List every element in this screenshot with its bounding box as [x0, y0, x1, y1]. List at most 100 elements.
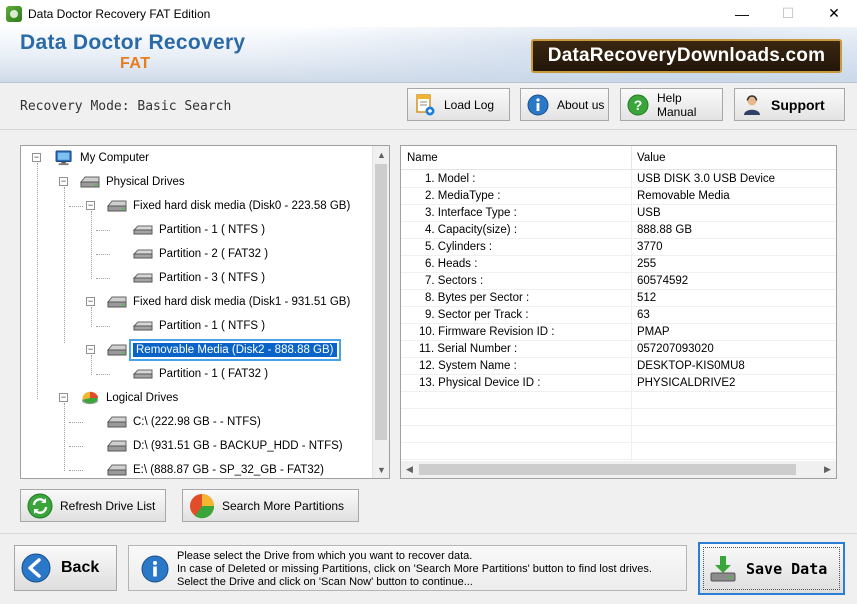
search-more-partitions-label: Search More Partitions — [222, 498, 345, 513]
expand-toggle[interactable]: − — [32, 153, 41, 162]
instructions-box: Please select the Drive from which you w… — [128, 545, 687, 591]
details-horizontal-scrollbar[interactable]: ◀ ▶ — [401, 461, 836, 478]
window-title: Data Doctor Recovery FAT Edition — [28, 6, 211, 21]
hard-drive-icon — [106, 440, 127, 452]
expand-toggle[interactable]: − — [86, 345, 95, 354]
partition-icon — [132, 321, 153, 331]
close-button[interactable]: ✕ — [811, 0, 857, 27]
save-data-button[interactable]: Save Data — [698, 542, 845, 595]
maximize-button[interactable]: ☐ — [765, 0, 811, 27]
detail-value: 512 — [637, 292, 657, 304]
list-item[interactable]: 9. Sector per Track : 63 — [401, 307, 836, 324]
tree-connector — [96, 326, 110, 327]
tree-node-drive-d[interactable]: D:\ (931.51 GB - BACKUP_HDD - NTFS) — [106, 436, 343, 456]
tree-node-drive-c[interactable]: C:\ (222.98 GB - - NTFS) — [106, 412, 261, 432]
tree-node-disk2-partition-1[interactable]: Partition - 1 ( FAT32 ) — [132, 364, 268, 384]
help-manual-button[interactable]: ? Help Manual — [620, 88, 723, 121]
list-item[interactable]: 5. Cylinders : 3770 — [401, 239, 836, 256]
expand-toggle[interactable]: − — [59, 177, 68, 186]
list-item[interactable]: 10. Firmware Revision ID : PMAP — [401, 324, 836, 341]
tree-label: Partition - 1 ( NTFS ) — [159, 224, 266, 236]
list-item[interactable]: 7. Sectors : 60574592 — [401, 273, 836, 290]
scroll-left-arrow-icon[interactable]: ◀ — [401, 461, 418, 478]
detail-name: 3. Interface Type : — [425, 207, 517, 219]
tree-label: E:\ (888.87 GB - SP_32_GB - FAT32) — [133, 464, 324, 476]
about-us-label: About us — [557, 97, 605, 112]
instruction-line: In case of Deleted or missing Partitions… — [177, 563, 652, 575]
tree-node-physical-drives[interactable]: Physical Drives — [79, 172, 185, 192]
scroll-down-arrow-icon[interactable]: ▼ — [373, 461, 389, 478]
tree-label: Logical Drives — [106, 392, 179, 404]
tree-label: D:\ (931.51 GB - BACKUP_HDD - NTFS) — [133, 440, 343, 452]
drive-tree[interactable]: − My Computer − Physical Drives − Fixed … — [20, 145, 390, 479]
tree-label: Physical Drives — [106, 176, 185, 188]
removable-drive-icon — [106, 344, 127, 356]
detail-value: USB — [637, 207, 661, 219]
pie-chart-icon — [82, 391, 98, 405]
detail-value: 60574592 — [637, 275, 689, 287]
list-item[interactable]: 6. Heads : 255 — [401, 256, 836, 273]
help-manual-label: Help Manual — [657, 90, 697, 119]
tree-connector — [91, 307, 92, 327]
tree-node-disk0-partition-2[interactable]: Partition - 2 ( FAT32 ) — [132, 244, 268, 264]
tree-node-my-computer[interactable]: My Computer — [53, 148, 149, 168]
column-header-name[interactable]: Name — [401, 146, 438, 170]
scroll-right-arrow-icon[interactable]: ▶ — [819, 461, 836, 478]
expand-toggle[interactable]: − — [86, 297, 95, 306]
instructions-text: Please select the Drive from which you w… — [177, 550, 652, 589]
load-log-button[interactable]: Load Log — [407, 88, 510, 121]
tree-label: Removable Media (Disk2 - 888.88 GB) — [129, 339, 341, 361]
detail-name: 12. System Name : — [419, 360, 517, 372]
search-more-partitions-button[interactable]: Search More Partitions — [182, 489, 359, 522]
back-arrow-icon — [21, 553, 51, 583]
list-item — [401, 409, 836, 426]
refresh-drive-list-button[interactable]: Refresh Drive List — [20, 489, 166, 522]
scrollbar-thumb[interactable] — [375, 164, 387, 440]
tree-node-disk0[interactable]: Fixed hard disk media (Disk0 - 223.58 GB… — [106, 196, 350, 216]
list-item[interactable]: 4. Capacity(size) : 888.88 GB — [401, 222, 836, 239]
list-item[interactable]: 1. Model : USB DISK 3.0 USB Device — [401, 171, 836, 188]
toolbar: Recovery Mode: Basic Search Load Log Abo… — [0, 84, 857, 130]
back-button[interactable]: Back — [14, 545, 117, 591]
detail-value: 255 — [637, 258, 657, 270]
list-item[interactable]: 3. Interface Type : USB — [401, 205, 836, 222]
back-label: Back — [61, 559, 100, 576]
info-icon — [527, 94, 549, 116]
tree-connector — [96, 230, 110, 231]
list-item[interactable]: 13. Physical Device ID : PHYSICALDRIVE2 — [401, 375, 836, 392]
scroll-up-arrow-icon[interactable]: ▲ — [373, 146, 389, 163]
tree-connector — [69, 206, 83, 207]
website-badge[interactable]: DataRecoveryDownloads.com — [531, 39, 842, 73]
tree-node-logical-drives[interactable]: Logical Drives — [79, 388, 178, 408]
tree-node-disk0-partition-1[interactable]: Partition - 1 ( NTFS ) — [132, 220, 265, 240]
expand-toggle[interactable]: − — [59, 393, 68, 402]
tree-node-disk1-partition-1[interactable]: Partition - 1 ( NTFS ) — [132, 316, 265, 336]
footer-bar: Back Please select the Drive from which … — [0, 533, 857, 604]
expand-toggle[interactable]: − — [86, 201, 95, 210]
list-item[interactable]: 12. System Name : DESKTOP-KIS0MU8 — [401, 358, 836, 375]
detail-name: 4. Capacity(size) : — [425, 224, 518, 236]
instruction-line: Please select the Drive from which you w… — [177, 550, 473, 562]
tree-node-disk2-selected[interactable]: Removable Media (Disk2 - 888.88 GB) — [106, 339, 341, 361]
detail-name: 1. Model : — [425, 173, 476, 185]
support-label: Support — [771, 96, 825, 113]
column-header-value[interactable]: Value — [631, 146, 666, 170]
save-data-label: Save Data — [746, 559, 828, 578]
drive-details-list[interactable]: Name Value 1. Model : USB DISK 3.0 USB De… — [400, 145, 837, 479]
list-item[interactable]: 8. Bytes per Sector : 512 — [401, 290, 836, 307]
detail-name: 9. Sector per Track : — [425, 309, 529, 321]
about-us-button[interactable]: About us — [520, 88, 609, 121]
support-button[interactable]: Support — [734, 88, 845, 121]
tree-node-drive-e[interactable]: E:\ (888.87 GB - SP_32_GB - FAT32) — [106, 460, 324, 478]
scrollbar-thumb[interactable] — [419, 464, 796, 475]
tree-node-disk1[interactable]: Fixed hard disk media (Disk1 - 931.51 GB… — [106, 292, 350, 312]
list-item[interactable]: 2. MediaType : Removable Media — [401, 188, 836, 205]
details-header: Name Value — [401, 146, 836, 170]
tree-label: Partition - 2 ( FAT32 ) — [159, 248, 269, 260]
app-icon — [6, 5, 22, 22]
list-item[interactable]: 11. Serial Number : 057207093020 — [401, 341, 836, 358]
tree-node-disk0-partition-3[interactable]: Partition - 3 ( NTFS ) — [132, 268, 265, 288]
tree-vertical-scrollbar[interactable]: ▲ ▼ — [372, 146, 389, 478]
tree-connector — [69, 446, 83, 447]
minimize-button[interactable]: — — [719, 0, 765, 27]
